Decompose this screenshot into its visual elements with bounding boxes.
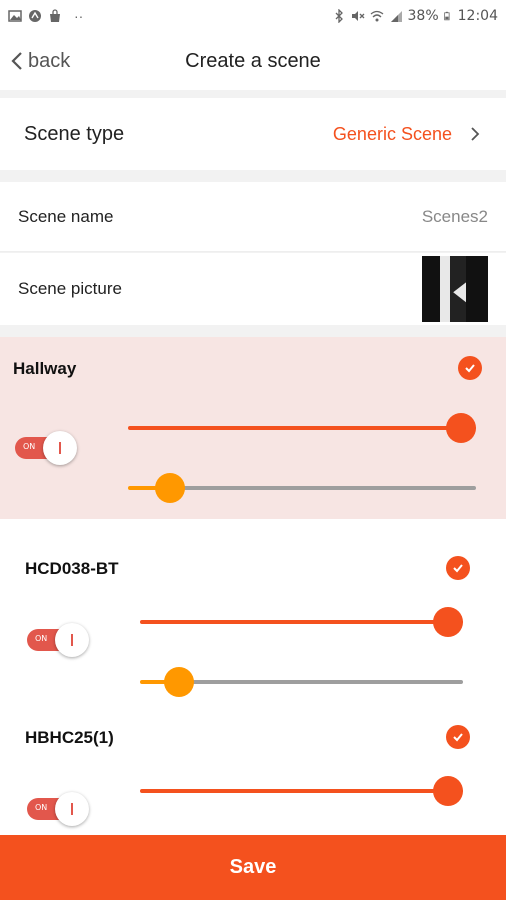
brightness-slider[interactable] bbox=[128, 413, 476, 443]
bluetooth-icon bbox=[335, 9, 343, 23]
brightness-slider[interactable] bbox=[140, 776, 463, 806]
color-temperature-slider[interactable] bbox=[128, 473, 476, 503]
checkmark-icon[interactable] bbox=[446, 725, 470, 749]
device-name: HBHC25(1) bbox=[25, 728, 114, 747]
battery-percent: 38% bbox=[407, 8, 439, 24]
back-button[interactable]: back bbox=[10, 32, 70, 90]
chevron-left-icon bbox=[11, 52, 22, 70]
device-item-hallway[interactable]: Hallway ON bbox=[0, 337, 506, 519]
scene-picture-row[interactable]: Scene picture bbox=[0, 253, 506, 325]
device-item-hcd038-bt[interactable]: HCD038-BT ON bbox=[0, 519, 506, 701]
device-name: Hallway bbox=[13, 359, 77, 378]
toggle-on-label: ON bbox=[23, 442, 36, 451]
save-button[interactable]: Save bbox=[0, 835, 506, 900]
power-toggle[interactable]: ON bbox=[15, 431, 79, 465]
color-temperature-slider[interactable] bbox=[140, 667, 463, 697]
scene-name-value[interactable]: Scenes2 bbox=[422, 207, 488, 227]
header-bar: back Create a scene bbox=[0, 32, 506, 90]
app-icon bbox=[29, 10, 41, 22]
notification-icons: ·· bbox=[8, 8, 83, 24]
clock: 12:04 bbox=[457, 8, 498, 24]
shopping-bag-icon bbox=[50, 9, 60, 22]
checkmark-icon[interactable] bbox=[446, 556, 470, 580]
chevron-right-icon bbox=[471, 127, 480, 141]
scene-type-value: Generic Scene bbox=[332, 123, 452, 144]
device-name: HCD038-BT bbox=[25, 559, 119, 578]
status-bar: ·· 38% 12:04 bbox=[0, 0, 506, 32]
page-title: Create a scene bbox=[185, 49, 321, 72]
wifi-icon bbox=[370, 10, 383, 22]
device-list: Hallway ON HCD038-BT ON HBHC25(1) ON bbox=[0, 337, 506, 837]
brightness-slider[interactable] bbox=[140, 607, 463, 637]
toggle-on-label: ON bbox=[35, 803, 48, 812]
scene-name-row[interactable]: Scene name Scenes2 bbox=[0, 182, 506, 252]
back-label: back bbox=[28, 49, 71, 72]
power-toggle[interactable]: ON bbox=[27, 623, 91, 657]
toggle-on-label: ON bbox=[35, 634, 48, 643]
scene-name-label: Scene name bbox=[18, 206, 114, 226]
scene-picture-thumbnail[interactable] bbox=[422, 256, 488, 322]
scene-type-row[interactable]: Scene type Generic Scene bbox=[0, 98, 506, 170]
battery-icon bbox=[443, 11, 450, 21]
gallery-icon bbox=[8, 10, 22, 22]
more-notifications-icon: ·· bbox=[74, 8, 84, 24]
mute-icon bbox=[351, 11, 364, 21]
checkmark-icon[interactable] bbox=[458, 356, 482, 380]
device-item-hbhc25-1[interactable]: HBHC25(1) ON bbox=[0, 701, 506, 837]
signal-icon bbox=[390, 11, 402, 22]
power-toggle[interactable]: ON bbox=[27, 792, 91, 826]
scene-type-label: Scene type bbox=[24, 122, 125, 145]
system-status: 38% 12:04 bbox=[332, 8, 498, 24]
scene-picture-label: Scene picture bbox=[18, 279, 122, 298]
